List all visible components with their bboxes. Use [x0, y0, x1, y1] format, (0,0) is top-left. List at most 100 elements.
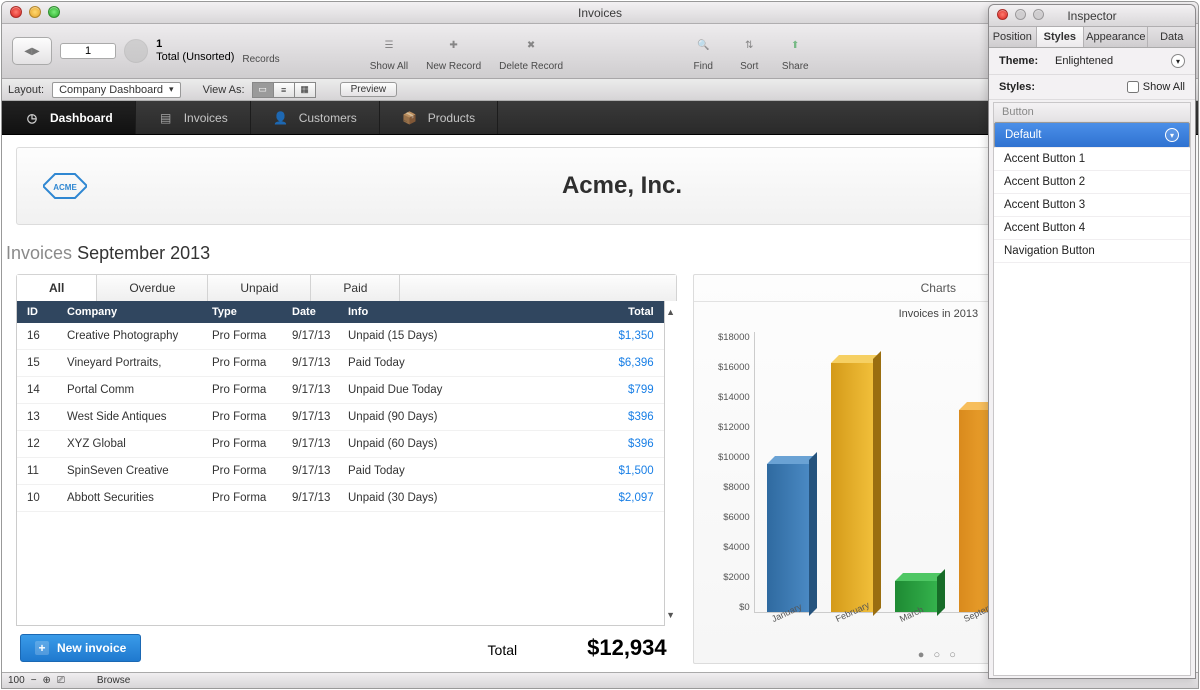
style-item[interactable]: Accent Button 4 — [994, 217, 1190, 240]
col-type: Type — [212, 306, 292, 318]
total-label: Total — [488, 642, 518, 658]
table-row[interactable]: 10Abbott SecuritiesPro Forma9/17/13Unpai… — [17, 485, 664, 512]
find-icon: 🔍 — [689, 31, 717, 61]
table-row[interactable]: 12XYZ GlobalPro Forma9/17/13Unpaid (60 D… — [17, 431, 664, 458]
record-total-status: Total (Unsorted) — [156, 51, 234, 64]
inspector-tab-position[interactable]: Position — [989, 27, 1037, 47]
show-all-checkbox[interactable]: Show All — [1127, 81, 1185, 93]
sort-button[interactable]: ⇅ Sort — [735, 31, 763, 72]
new-invoice-button[interactable]: + New invoice — [20, 634, 141, 662]
tab-overdue[interactable]: Overdue — [97, 275, 208, 301]
tab-all[interactable]: All — [17, 275, 97, 301]
new-record-button[interactable]: ✚ New Record — [426, 31, 481, 72]
theme-label: Theme: — [999, 55, 1055, 67]
chevron-down-icon: ▾ — [169, 84, 174, 95]
inspector-title: Inspector — [1067, 9, 1116, 23]
window-title: Invoices — [578, 6, 622, 20]
preview-button[interactable]: Preview — [340, 82, 398, 97]
delete-record-icon: ✖ — [513, 31, 549, 61]
zoom-in-icon[interactable]: ⊕ — [43, 675, 51, 686]
theme-value[interactable]: Enlightened — [1055, 55, 1171, 67]
box-icon: 📦 — [402, 110, 418, 126]
chevron-down-icon[interactable]: ▾ — [1171, 54, 1185, 68]
show-all-button[interactable]: ☰ Show All — [370, 31, 408, 72]
zoom-out-icon[interactable]: − — [31, 675, 37, 686]
gauge-icon: ◷ — [24, 110, 40, 126]
table-row[interactable]: 11SpinSeven CreativePro Forma9/17/13Paid… — [17, 458, 664, 485]
svg-text:ACME: ACME — [53, 183, 77, 192]
layout-label: Layout: — [8, 84, 44, 96]
style-item[interactable]: Accent Button 1 — [994, 148, 1190, 171]
style-group-header: Button — [994, 103, 1190, 122]
col-info: Info — [348, 306, 574, 318]
find-button[interactable]: 🔍 Find — [689, 31, 717, 72]
chart-bar[interactable] — [767, 464, 809, 612]
styles-list: Button Default▾Accent Button 1Accent But… — [993, 102, 1191, 676]
inspector-panel: Inspector Position Styles Appearance Dat… — [988, 4, 1196, 679]
close-icon[interactable] — [10, 6, 22, 18]
table-header: ID Company Type Date Info Total — [17, 301, 664, 323]
col-total: Total — [574, 306, 654, 318]
viewas-label: View As: — [203, 84, 245, 96]
style-item[interactable]: Accent Button 3 — [994, 194, 1190, 217]
zoom-icon[interactable] — [1033, 9, 1044, 20]
record-totals: 1 Total (Unsorted) — [156, 38, 234, 63]
lock-icon[interactable]: ⎚ — [57, 675, 65, 686]
view-list-button[interactable]: ≡ — [273, 82, 295, 98]
style-item[interactable]: Default▾ — [994, 122, 1190, 148]
inspector-tab-data[interactable]: Data — [1148, 27, 1195, 47]
grand-total: $12,934 — [587, 635, 667, 661]
inspector-tab-styles[interactable]: Styles — [1037, 27, 1085, 47]
share-button[interactable]: ⬆ Share — [781, 31, 809, 72]
col-company: Company — [67, 306, 212, 318]
person-icon: 👤 — [273, 110, 289, 126]
table-row[interactable]: 13West Side AntiquesPro Forma9/17/13Unpa… — [17, 404, 664, 431]
layout-select[interactable]: Company Dashboard ▾ — [52, 82, 180, 98]
tab-unpaid[interactable]: Unpaid — [208, 275, 311, 301]
tab-spacer — [400, 275, 675, 301]
viewas-buttons: ▭ ≡ ▦ — [253, 82, 316, 98]
company-logo: ACME — [43, 172, 87, 200]
records-label: Records — [242, 54, 279, 65]
record-navigator[interactable]: ◀▶ — [12, 37, 52, 65]
nav-products[interactable]: 📦 Products — [380, 101, 498, 134]
table-scrollbar[interactable]: ▲▼ — [665, 301, 677, 626]
view-form-button[interactable]: ▭ — [252, 82, 274, 98]
invoice-tabs: All Overdue Unpaid Paid — [16, 274, 677, 301]
nav-invoices[interactable]: ▤ Invoices — [136, 101, 251, 134]
table-row[interactable]: 16Creative PhotographyPro Forma9/17/13Un… — [17, 323, 664, 350]
sort-icon: ⇅ — [735, 31, 763, 61]
zoom-icon[interactable] — [48, 6, 60, 18]
mode-label[interactable]: Browse — [97, 675, 130, 686]
inspector-tabs: Position Styles Appearance Data — [989, 27, 1195, 48]
inspector-titlebar[interactable]: Inspector — [989, 5, 1195, 27]
col-date: Date — [292, 306, 348, 318]
close-icon[interactable] — [997, 9, 1008, 20]
plus-icon: + — [35, 641, 49, 655]
view-table-button[interactable]: ▦ — [294, 82, 316, 98]
found-set-pie-icon[interactable] — [124, 39, 148, 63]
styles-label: Styles: — [999, 81, 1055, 93]
style-item[interactable]: Navigation Button — [994, 240, 1190, 263]
col-id: ID — [27, 306, 67, 318]
share-icon: ⬆ — [781, 31, 809, 61]
style-item[interactable]: Accent Button 2 — [994, 171, 1190, 194]
document-icon: ▤ — [158, 110, 174, 126]
record-number-field[interactable]: 1 — [60, 43, 116, 59]
zoom-value[interactable]: 100 — [8, 675, 25, 686]
record-total-count: 1 — [156, 38, 234, 51]
delete-record-button[interactable]: ✖ Delete Record — [499, 31, 563, 72]
inspector-tab-appearance[interactable]: Appearance — [1084, 27, 1148, 47]
minimize-icon[interactable] — [1015, 9, 1026, 20]
invoice-table: ID Company Type Date Info Total 16Creati… — [16, 301, 665, 626]
table-row[interactable]: 14Portal CommPro Forma9/17/13Unpaid Due … — [17, 377, 664, 404]
nav-customers[interactable]: 👤 Customers — [251, 101, 380, 134]
tab-paid[interactable]: Paid — [311, 275, 400, 301]
table-row[interactable]: 15Vineyard Portraits,Pro Forma9/17/13Pai… — [17, 350, 664, 377]
show-all-icon: ☰ — [371, 31, 407, 61]
nav-dashboard[interactable]: ◷ Dashboard — [2, 101, 136, 134]
new-record-icon: ✚ — [436, 31, 472, 61]
window-controls — [10, 6, 60, 18]
minimize-icon[interactable] — [29, 6, 41, 18]
chart-bar[interactable] — [831, 363, 873, 612]
